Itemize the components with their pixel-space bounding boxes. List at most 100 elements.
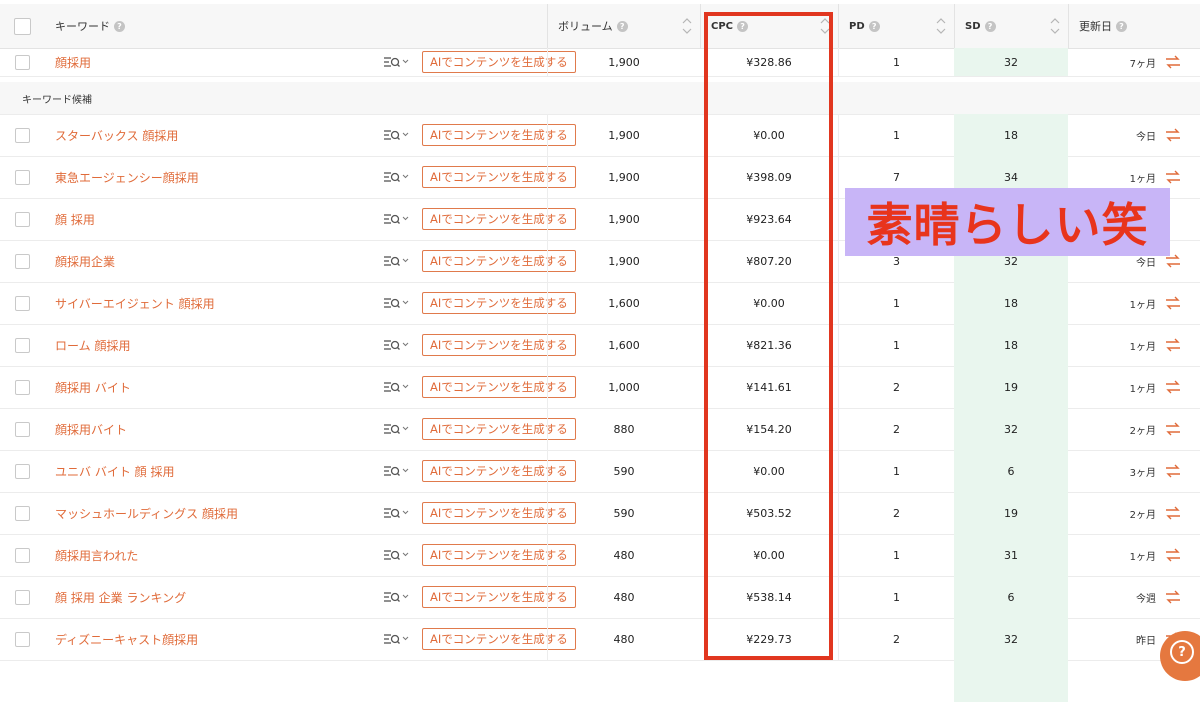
table-row: スターバックス 顔採用 AIでコンテンツを生成する 1,900 ¥0.00 1 …	[0, 114, 1200, 157]
sd-cell: 18	[954, 114, 1068, 156]
refresh-icon[interactable]	[1164, 506, 1182, 520]
keyword-link[interactable]: サイバーエイジェント 顔採用	[55, 295, 215, 312]
row-checkbox[interactable]	[14, 547, 30, 563]
search-icon[interactable]	[383, 631, 409, 647]
updated-value: 1ヶ月	[1129, 551, 1156, 563]
row-checkbox[interactable]	[14, 295, 30, 311]
row-check-cell	[0, 408, 44, 450]
row-check-cell	[0, 282, 44, 324]
sort-icon[interactable]	[682, 15, 692, 37]
keyword-link[interactable]: ユニバ バイト 顔 採用	[55, 463, 174, 480]
row-checkbox[interactable]	[14, 337, 30, 353]
header-sd[interactable]: SD ?	[954, 4, 1068, 48]
search-icon[interactable]	[383, 127, 409, 143]
row-checkbox[interactable]	[14, 253, 30, 269]
pd-value: 2	[893, 422, 900, 436]
help-icon[interactable]: ?	[114, 20, 125, 32]
table-row: 顔 採用 企業 ランキング AIでコンテンツを生成する 480 ¥538.14 …	[0, 576, 1200, 619]
volume-value: 1,900	[608, 212, 640, 226]
keyword-link[interactable]: 顔採用	[55, 54, 91, 71]
group-label-cell: キーワード候補	[0, 82, 547, 114]
search-icon[interactable]	[383, 169, 409, 185]
row-check-cell	[0, 576, 44, 618]
row-checkbox[interactable]	[14, 54, 30, 70]
header-updated[interactable]: 更新日 ?	[1068, 4, 1200, 48]
search-icon[interactable]	[383, 547, 409, 563]
keyword-link[interactable]: ディズニーキャスト顔採用	[55, 631, 198, 648]
refresh-icon[interactable]	[1164, 128, 1182, 142]
volume-cell: 1,600	[547, 324, 700, 366]
search-icon[interactable]	[383, 337, 409, 353]
refresh-icon[interactable]	[1164, 422, 1182, 436]
keyword-link[interactable]: 顔採用企業	[55, 253, 115, 270]
search-icon[interactable]	[383, 379, 409, 395]
row-checkbox[interactable]	[14, 211, 30, 227]
volume-cell: 1,900	[547, 48, 700, 76]
search-icon[interactable]	[383, 211, 409, 227]
refresh-icon[interactable]	[1164, 548, 1182, 562]
refresh-icon[interactable]	[1164, 464, 1182, 478]
row-checkbox[interactable]	[14, 421, 30, 437]
keyword-link[interactable]: 顔採用バイト	[55, 421, 127, 438]
row-checkbox[interactable]	[14, 463, 30, 479]
pd-cell: 1	[838, 282, 954, 324]
header-volume[interactable]: ボリューム ?	[547, 4, 700, 48]
refresh-icon[interactable]	[1164, 590, 1182, 604]
row-checkbox[interactable]	[14, 379, 30, 395]
sort-icon[interactable]	[936, 15, 946, 37]
refresh-icon[interactable]	[1164, 55, 1182, 69]
refresh-icon[interactable]	[1164, 170, 1182, 184]
row-checkbox[interactable]	[14, 505, 30, 521]
volume-value: 1,000	[608, 380, 640, 394]
sd-value: 18	[1004, 128, 1018, 142]
refresh-icon[interactable]	[1164, 380, 1182, 394]
sort-icon[interactable]	[1050, 15, 1060, 37]
refresh-icon[interactable]	[1164, 254, 1182, 268]
help-icon[interactable]: ?	[868, 20, 880, 32]
keyword-link[interactable]: マッシュホールディングス 顔採用	[55, 505, 238, 522]
keyword-cell: 東急エージェンシー顔採用 AIでコンテンツを生成する	[44, 156, 576, 198]
row-checkbox[interactable]	[14, 589, 30, 605]
keyword-link[interactable]: ローム 顔採用	[55, 337, 130, 354]
keyword-link[interactable]: 顔 採用	[55, 211, 95, 228]
keyword-link[interactable]: スターバックス 顔採用	[55, 127, 178, 144]
row-checkbox[interactable]	[14, 169, 30, 185]
refresh-icon[interactable]	[1164, 296, 1182, 310]
row-checkbox[interactable]	[14, 127, 30, 143]
keyword-cell: 顔採用 AIでコンテンツを生成する	[44, 48, 576, 76]
help-icon[interactable]: ?	[1116, 20, 1127, 32]
keyword-link[interactable]: 東急エージェンシー顔採用	[55, 169, 199, 186]
keyword-link[interactable]: 顔 採用 企業 ランキング	[55, 589, 186, 606]
pd-cell: 1	[838, 576, 954, 618]
select-all-checkbox[interactable]	[13, 17, 31, 35]
search-icon[interactable]	[383, 253, 409, 269]
help-icon[interactable]: ?	[984, 20, 996, 32]
search-icon[interactable]	[383, 589, 409, 605]
pd-cell: 1	[838, 114, 954, 156]
updated-cell: 1ヶ月	[1068, 534, 1200, 576]
header-sd-label: SD	[965, 20, 981, 32]
keyword-link[interactable]: 顔採用 バイト	[55, 379, 131, 396]
keyword-link[interactable]: 顔採用言われた	[55, 547, 138, 564]
search-icon[interactable]	[383, 505, 409, 521]
row-check-cell	[0, 450, 44, 492]
sd-value: 18	[1004, 338, 1018, 352]
search-icon[interactable]	[383, 463, 409, 479]
keyword-cell: ローム 顔採用 AIでコンテンツを生成する	[44, 324, 576, 366]
sd-value: 6	[1007, 590, 1015, 604]
pd-cell: 1	[838, 324, 954, 366]
header-keyword[interactable]: キーワード ?	[44, 4, 547, 48]
search-icon[interactable]	[383, 54, 409, 70]
header-pd[interactable]: PD ?	[838, 4, 954, 48]
table-row: 顔採用言われた AIでコンテンツを生成する 480 ¥0.00 1 31 1ヶ月	[0, 534, 1200, 577]
search-icon[interactable]	[383, 421, 409, 437]
search-icon[interactable]	[383, 295, 409, 311]
volume-cell: 480	[547, 618, 700, 660]
pd-value: 1	[893, 338, 900, 352]
refresh-icon[interactable]	[1164, 338, 1182, 352]
row-checkbox[interactable]	[14, 631, 30, 647]
help-icon[interactable]: ?	[616, 20, 628, 32]
pd-value: 1	[893, 128, 900, 142]
volume-cell: 1,600	[547, 282, 700, 324]
sd-value: 31	[1004, 548, 1018, 562]
